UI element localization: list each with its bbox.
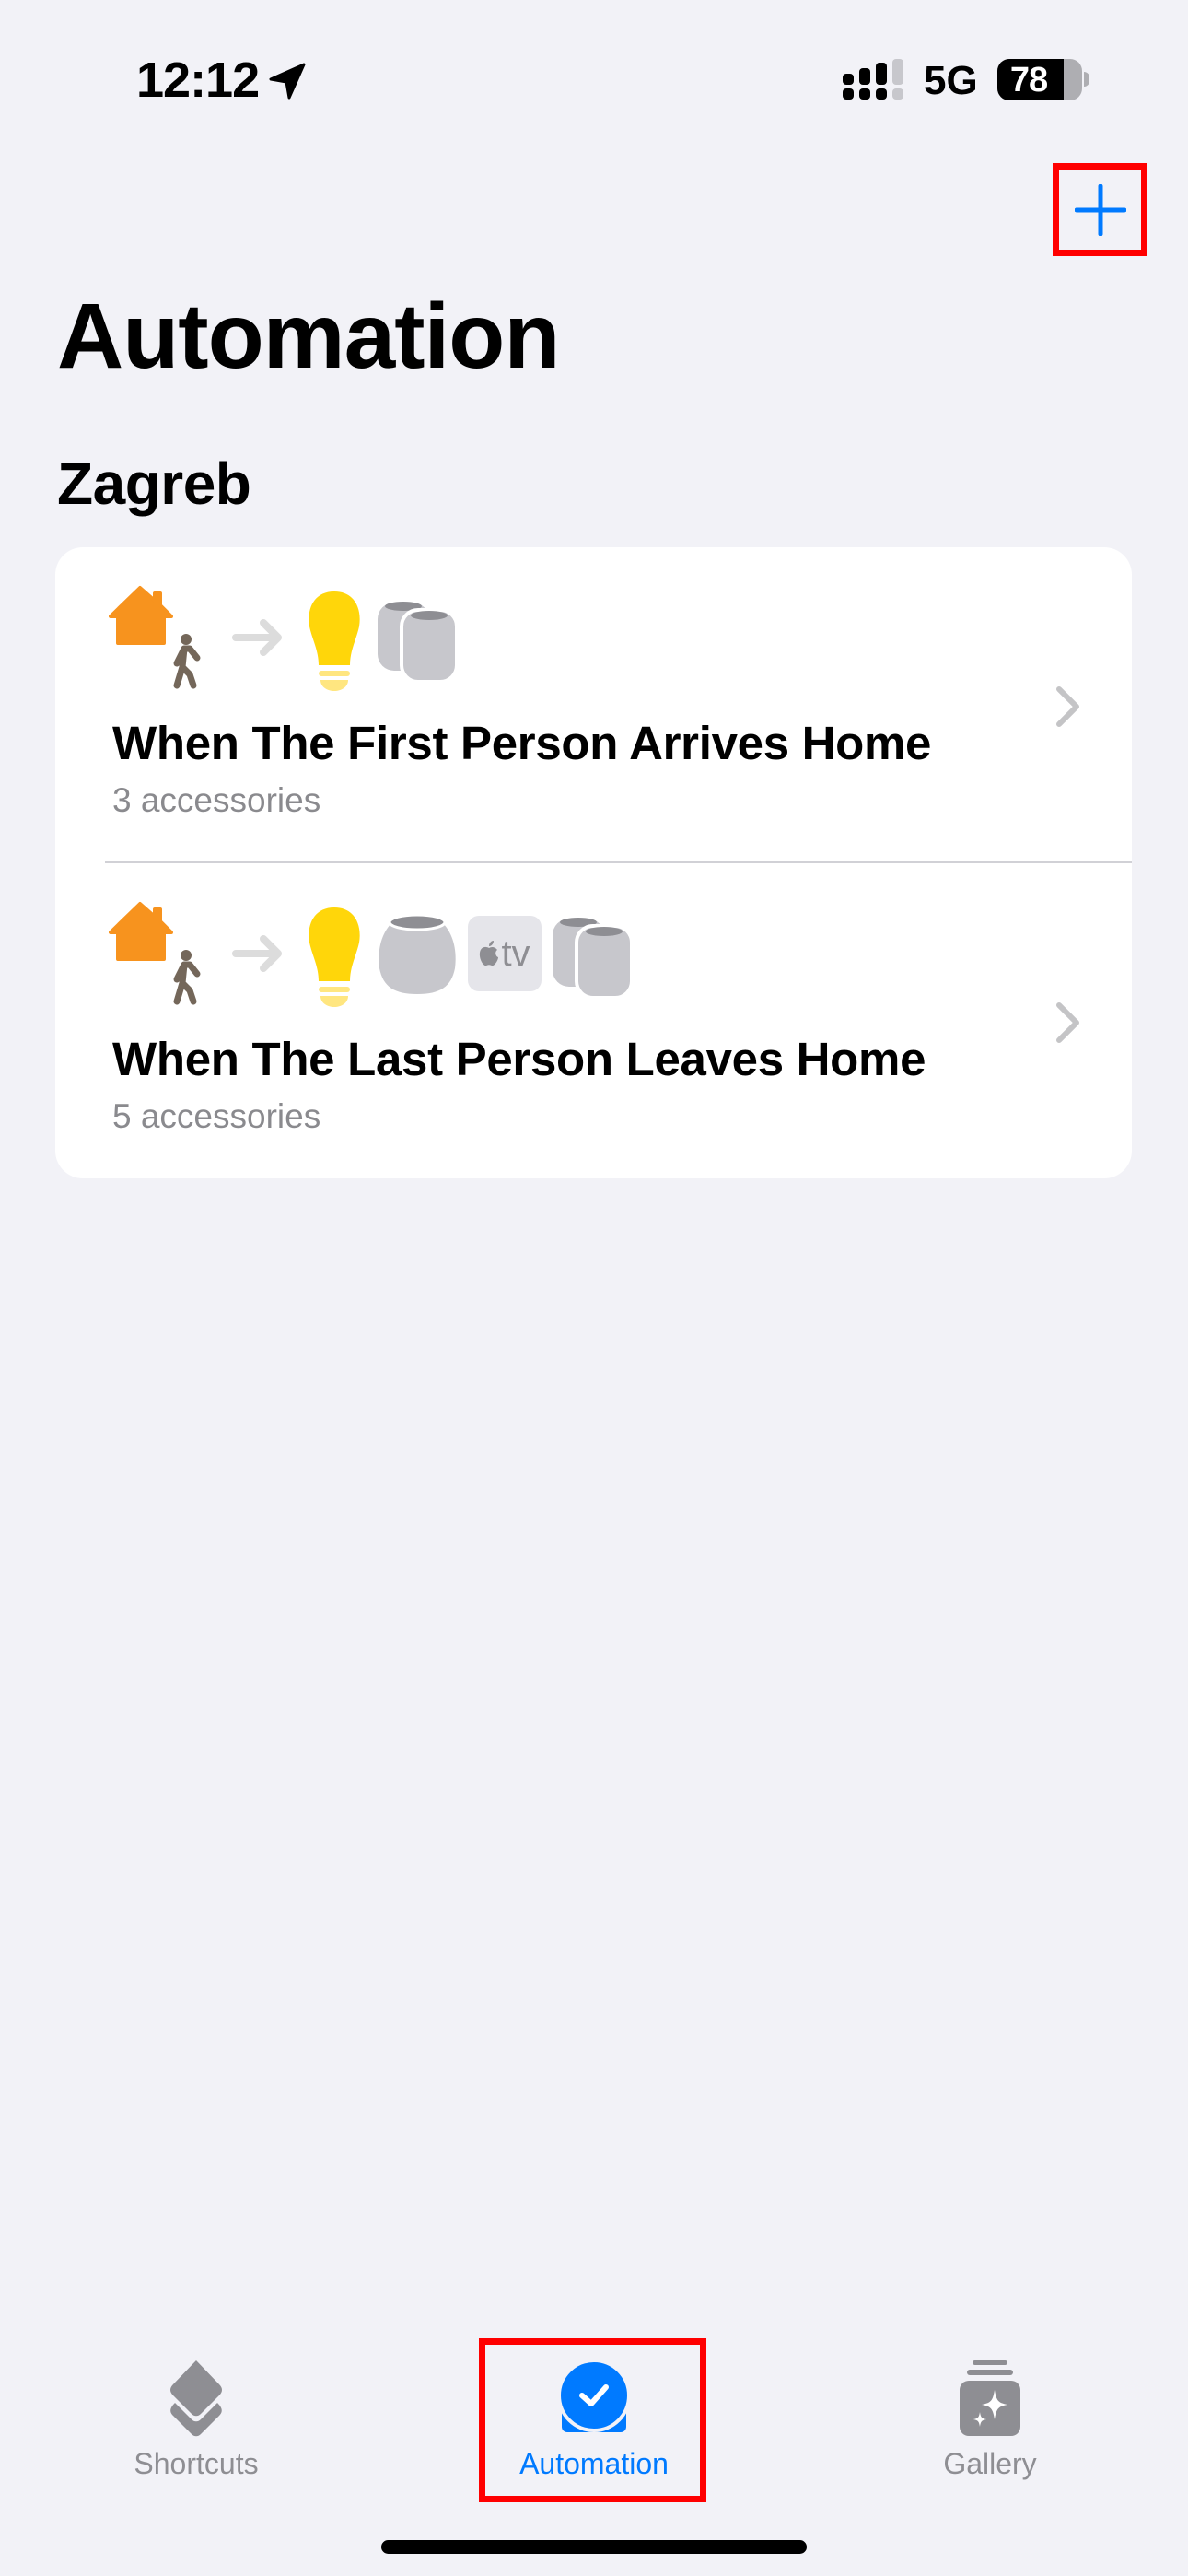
section-title-home: Zagreb <box>57 451 251 517</box>
battery-tip <box>1084 72 1089 87</box>
lightbulb-icon <box>309 907 360 1007</box>
house-person-icon <box>109 586 201 689</box>
person-walking-icon <box>173 950 201 1005</box>
arrow-right-icon <box>232 619 282 656</box>
battery-indicator: 78 <box>997 59 1082 100</box>
tab-shortcuts[interactable]: Shortcuts <box>86 2340 307 2497</box>
automation-icons: tv <box>109 898 643 1009</box>
battery-percent: 78 <box>1009 61 1048 100</box>
plus-icon <box>1074 183 1126 236</box>
automation-icons <box>109 582 468 693</box>
highlight-frame <box>479 2338 706 2502</box>
house-icon <box>109 586 173 645</box>
tab-label: Shortcuts <box>134 2447 259 2480</box>
apple-tv-label: tv <box>501 932 530 974</box>
shortcuts-stack-icon <box>170 2360 222 2437</box>
house-icon <box>109 902 173 961</box>
homepod-icon <box>379 913 456 994</box>
home-indicator[interactable] <box>381 2540 807 2554</box>
cellular-signal-icon <box>843 59 903 100</box>
lightbulb-icon <box>309 591 360 691</box>
apple-logo-icon <box>480 941 499 966</box>
automation-row-leaves-home[interactable]: tv When The Last Person Leaves Home 5 ac… <box>55 863 1132 1178</box>
automations-card: When The First Person Arrives Home 3 acc… <box>55 547 1132 1178</box>
network-type: 5G <box>924 58 978 103</box>
automation-title: When The Last Person Leaves Home <box>112 1033 926 1085</box>
chevron-right-icon <box>1056 686 1079 727</box>
homepod-mini-pair-icon <box>553 918 634 1000</box>
homepod-mini-pair-icon <box>378 602 459 684</box>
apple-tv-icon: tv <box>468 916 542 991</box>
gallery-sparkles-icon <box>960 2360 1020 2436</box>
tab-label: Gallery <box>943 2447 1037 2480</box>
location-arrow-icon <box>269 63 306 100</box>
automation-subtitle: 5 accessories <box>112 1097 321 1135</box>
add-automation-button[interactable] <box>1053 163 1147 256</box>
automation-title: When The First Person Arrives Home <box>112 717 932 769</box>
house-person-icon <box>109 902 201 1005</box>
status-time: 12:12 <box>136 53 260 108</box>
person-walking-icon <box>173 634 201 689</box>
tab-gallery[interactable]: Gallery <box>879 2340 1101 2497</box>
arrow-right-icon <box>232 935 282 972</box>
chevron-right-icon <box>1056 1002 1079 1043</box>
automation-row-arrives-home[interactable]: When The First Person Arrives Home 3 acc… <box>55 547 1132 863</box>
automation-subtitle: 3 accessories <box>112 781 321 819</box>
page-title: Automation <box>57 285 560 388</box>
